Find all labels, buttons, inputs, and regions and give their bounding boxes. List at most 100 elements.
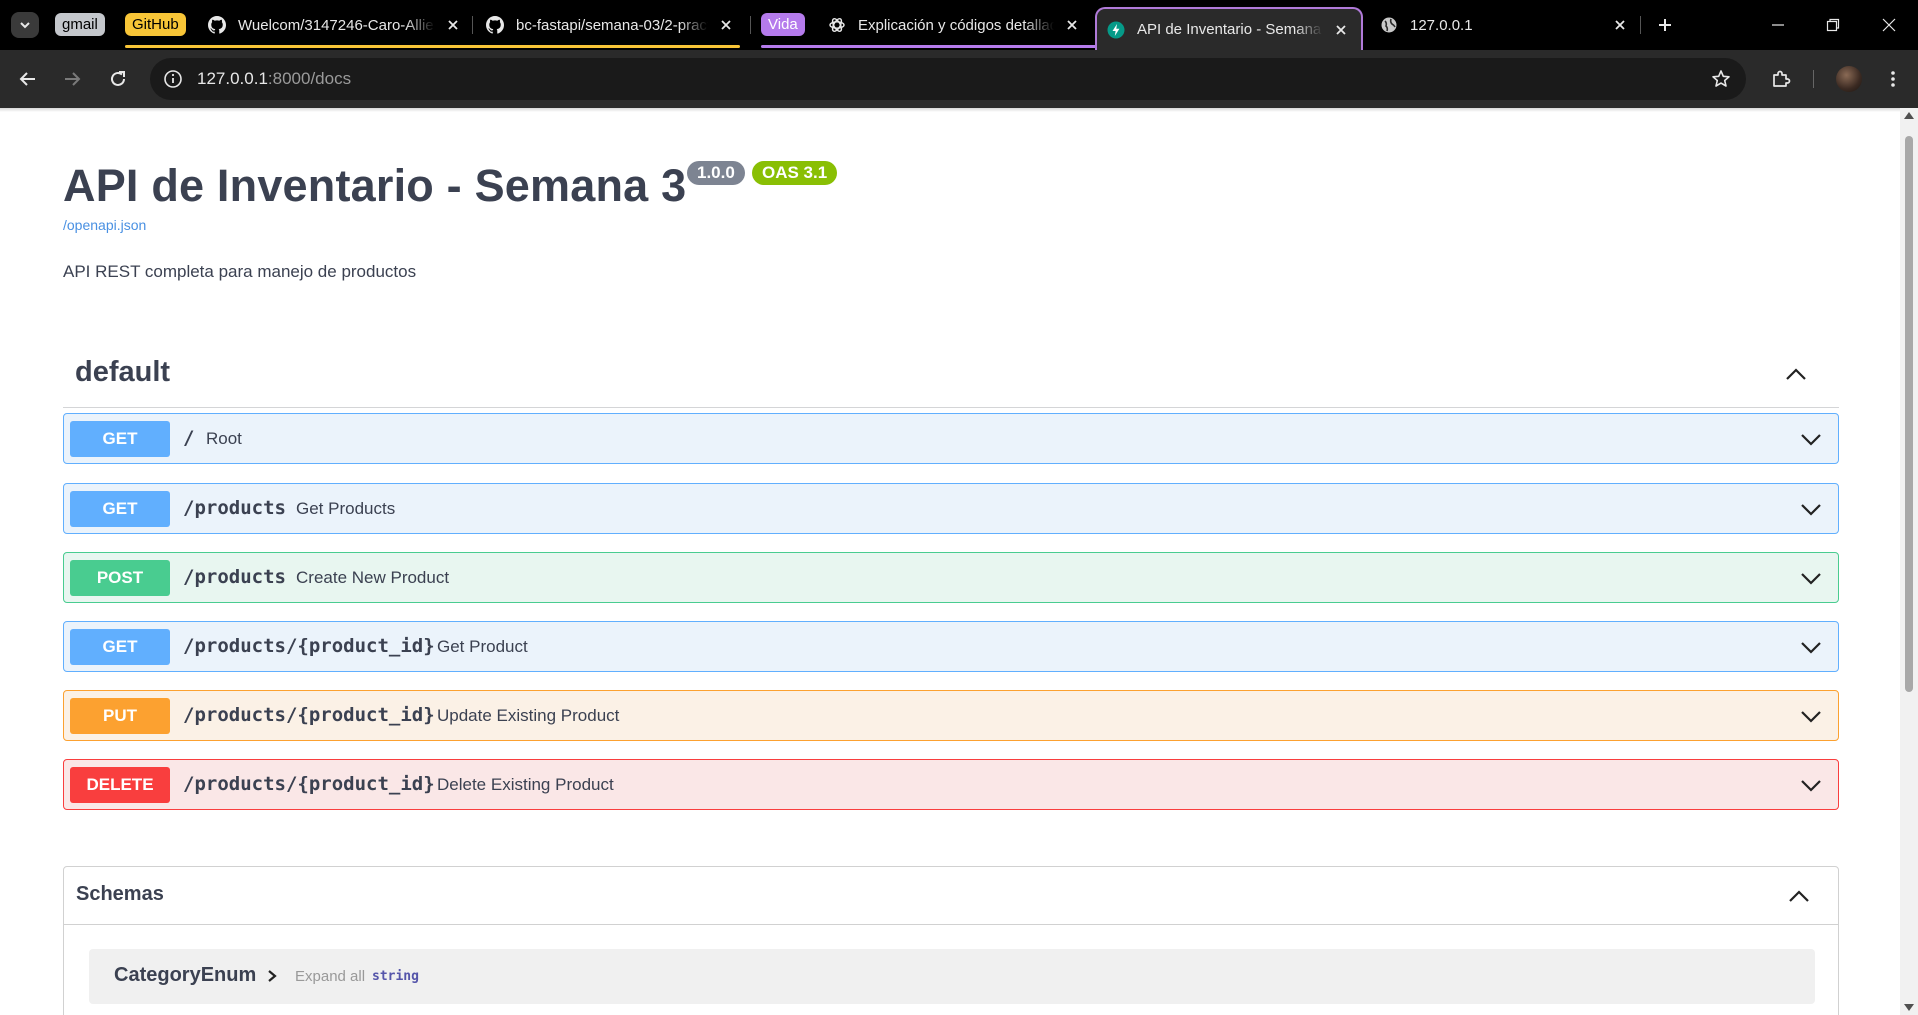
openapi-json-link[interactable]: /openapi.json (63, 217, 146, 233)
close-window-button[interactable] (1874, 10, 1904, 40)
tab-title: bc-fastapi/semana-03/2-practica (516, 16, 708, 34)
chevron-down-icon (20, 22, 30, 29)
operation-path: /products/{product_id} (183, 704, 435, 726)
swagger-page: API de Inventario - Semana 3 1.0.0 OAS 3… (0, 108, 1900, 1015)
tab-bc-fastapi[interactable]: bc-fastapi/semana-03/2-practica (486, 7, 736, 43)
menu-button[interactable] (1878, 64, 1908, 94)
page-top-shadow (0, 108, 1918, 112)
minimize-button[interactable] (1763, 10, 1793, 40)
tab-api-inventario[interactable]: API de Inventario - Semana 3 (1095, 7, 1363, 50)
page-scrollbar[interactable] (1900, 108, 1918, 1015)
chevron-up-icon[interactable] (1786, 884, 1812, 910)
github-icon (486, 16, 504, 34)
close-icon (1882, 18, 1896, 32)
close-icon[interactable] (1062, 15, 1082, 35)
tab-localhost[interactable]: 127.0.0.1 (1380, 7, 1630, 43)
restore-icon (1826, 18, 1840, 32)
operation-summary: Update Existing Product (437, 706, 620, 725)
chevron-down-icon[interactable] (1798, 772, 1824, 798)
scroll-up-arrow-icon[interactable] (1904, 112, 1914, 119)
close-icon[interactable] (1610, 15, 1630, 35)
model-name: CategoryEnum (114, 964, 257, 986)
tab-group-vida-underline (761, 45, 1097, 48)
tag-section-default[interactable]: default (63, 352, 1839, 408)
globe-icon (1380, 16, 1398, 34)
new-tab-button[interactable] (1652, 12, 1678, 38)
tab-title: API de Inventario - Semana 3 (1137, 21, 1323, 38)
tab-explicacion[interactable]: Explicación y códigos detallados (828, 7, 1082, 43)
kebab-menu-icon (1891, 71, 1895, 87)
forward-button[interactable] (57, 64, 87, 94)
method-badge: GET (70, 421, 170, 457)
method-badge: GET (70, 491, 170, 527)
schemas-title: Schemas (76, 883, 164, 905)
url-host: 127.0.0.1 (197, 69, 268, 88)
chevron-down-icon[interactable] (1798, 703, 1824, 729)
tab-search-button[interactable] (11, 12, 39, 38)
method-badge: DELETE (70, 767, 170, 803)
close-icon[interactable] (443, 15, 463, 35)
schemas-section: Schemas CategoryEnum Expand all string (63, 866, 1839, 1015)
minimize-icon (1772, 24, 1784, 26)
url-text: 127.0.0.1:8000/docs (197, 69, 351, 89)
arrow-left-icon (19, 72, 35, 86)
chevron-down-icon[interactable] (1798, 426, 1824, 452)
tab-group-label: gmail (62, 16, 98, 33)
opblock-get-products[interactable]: GET /products Get Products (63, 483, 1839, 534)
operation-summary: Create New Product (296, 568, 450, 587)
method-badge: POST (70, 560, 170, 596)
tab-separator (472, 16, 473, 34)
tab-group-github[interactable]: GitHub (125, 13, 186, 36)
chevron-down-icon[interactable] (1798, 565, 1824, 591)
info-icon[interactable] (162, 68, 184, 90)
chatgpt-icon (828, 16, 846, 34)
extensions-button[interactable] (1766, 64, 1796, 94)
opblock-post-products[interactable]: POST /products Create New Product (63, 552, 1839, 603)
star-icon[interactable] (1710, 68, 1732, 90)
toolbar-separator (1813, 70, 1814, 88)
profile-avatar[interactable] (1836, 66, 1862, 92)
scroll-thumb[interactable] (1905, 136, 1913, 692)
opblock-get-root[interactable]: GET / Root (63, 413, 1839, 464)
api-description: API REST completa para manejo de product… (63, 262, 417, 281)
model-type: string (372, 969, 419, 984)
tab-group-vida[interactable]: Vida (761, 13, 805, 36)
expand-all-link[interactable]: Expand all (295, 968, 365, 985)
operation-summary: Get Product (437, 637, 528, 656)
close-icon[interactable] (1331, 20, 1351, 40)
tab-separator (1640, 16, 1641, 34)
url-path: :8000/docs (267, 69, 352, 88)
restore-button[interactable] (1818, 10, 1848, 40)
operation-path: /products (183, 497, 286, 519)
tab-wuelcom[interactable]: Wuelcom/3147246-Caro-Allie (208, 7, 463, 43)
tab-separator (750, 16, 751, 34)
chevron-down-icon[interactable] (1798, 634, 1824, 660)
chevron-right-icon[interactable] (265, 968, 279, 984)
address-bar[interactable]: 127.0.0.1:8000/docs (150, 58, 1746, 100)
opblock-get-product[interactable]: GET /products/{product_id} Get Product (63, 621, 1839, 672)
browser-toolbar: 127.0.0.1:8000/docs (0, 50, 1918, 108)
opblock-put-product[interactable]: PUT /products/{product_id} Update Existi… (63, 690, 1839, 741)
operation-path: / (183, 427, 195, 449)
tab-group-label: Vida (768, 16, 798, 33)
close-icon[interactable] (716, 15, 736, 35)
scroll-down-arrow-icon[interactable] (1904, 1004, 1914, 1011)
tab-title: Explicación y códigos detallados (858, 16, 1054, 34)
opblock-delete-product[interactable]: DELETE /products/{product_id} Delete Exi… (63, 759, 1839, 810)
tab-group-label: GitHub (132, 16, 179, 33)
browser-tab-strip: gmail GitHub Wuelcom/3147246-Caro-Allie … (0, 0, 1918, 50)
chevron-down-icon[interactable] (1798, 496, 1824, 522)
operation-summary: Delete Existing Product (437, 775, 614, 794)
arrow-right-icon (65, 72, 81, 86)
back-button[interactable] (13, 64, 43, 94)
tab-group-gmail[interactable]: gmail (55, 13, 105, 36)
reload-icon (111, 71, 125, 86)
model-category-enum[interactable]: CategoryEnum Expand all string (89, 949, 1815, 1004)
github-icon (208, 16, 226, 34)
reload-button[interactable] (103, 64, 133, 94)
chevron-up-icon[interactable] (1783, 362, 1809, 388)
operation-path: /products/{product_id} (183, 635, 435, 657)
tab-title: Wuelcom/3147246-Caro-Allie (238, 16, 434, 34)
schemas-header[interactable]: Schemas (64, 867, 1838, 925)
tab-title: 127.0.0.1 (1410, 16, 1473, 34)
